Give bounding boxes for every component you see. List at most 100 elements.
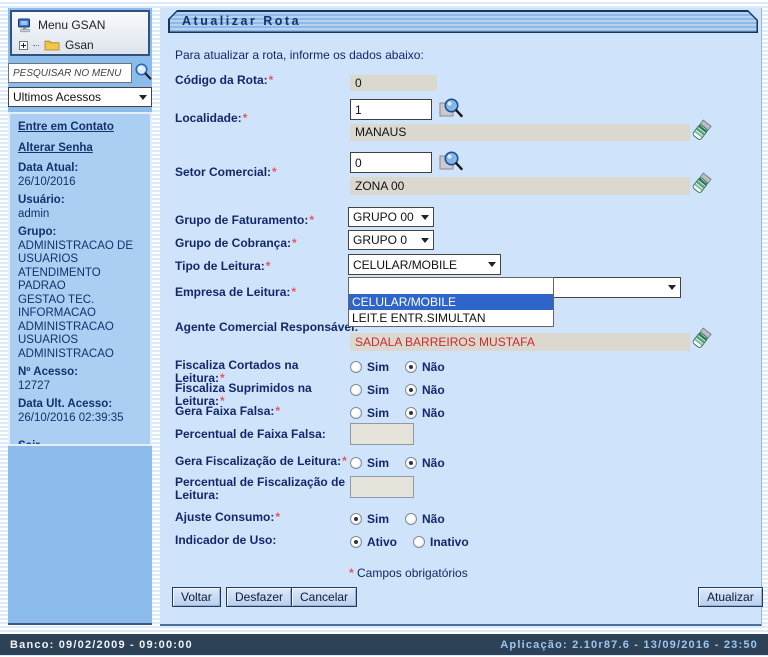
menu-search: [8, 61, 152, 85]
indicador-uso-ativo-radio[interactable]: [350, 536, 362, 548]
user-value: admin: [18, 208, 142, 222]
ajuste-consumo-nao-radio[interactable]: [405, 513, 417, 525]
indicador-uso-label: Indicador de Uso:: [175, 534, 347, 547]
gera-fiscalizacao-label: Gera Fiscalização de Leitura:*: [175, 455, 347, 468]
setor-code-input[interactable]: [350, 152, 432, 173]
tree-item-gsan[interactable]: Gsan: [17, 35, 143, 55]
ajuste-consumo-sim-radio[interactable]: [350, 513, 362, 525]
menu-search-input[interactable]: [8, 63, 132, 83]
agente-clear-button[interactable]: [691, 326, 712, 352]
gera-fiscalizacao-sim-radio[interactable]: [350, 457, 362, 469]
localidade-label: Localidade:*: [175, 112, 347, 125]
fiscaliza-suprimidos-sim-radio[interactable]: [350, 384, 362, 396]
group-label: Grupo:: [18, 226, 142, 240]
gera-faixa-falsa-sim-radio[interactable]: [350, 407, 362, 419]
user-label: Usuário:: [18, 194, 142, 208]
tipo-leitura-dropdown-list: CELULAR/MOBILE LEIT.E ENTR.SIMULTAN: [348, 277, 554, 327]
fiscaliza-cortados-sim-radio[interactable]: [350, 361, 362, 373]
eraser-icon: [691, 171, 712, 197]
desfazer-button[interactable]: Desfazer: [226, 587, 292, 607]
chevron-down-icon: [488, 262, 496, 267]
current-date-label: Data Atual:: [18, 162, 142, 176]
codigo-rota-label: Código da Rota:*: [175, 74, 347, 87]
percentual-faixa-falsa-input[interactable]: [350, 423, 414, 445]
localidade-clear-button[interactable]: [691, 118, 712, 144]
localidade-code-input[interactable]: [350, 99, 432, 120]
setor-name-value: ZONA 00: [350, 177, 690, 195]
gera-faixa-falsa-label: Gera Faixa Falsa:*: [175, 405, 347, 418]
indicador-uso-inativo-radio[interactable]: [413, 536, 425, 548]
app-frame: Menu GSAN Gsan: [0, 0, 768, 657]
gera-fiscalizacao-nao-radio[interactable]: [405, 457, 417, 469]
chevron-down-icon: [421, 215, 429, 220]
group-value: ADMINISTRACAO DE USUARIOS ATENDIMENTO PA…: [18, 240, 142, 362]
cancelar-button[interactable]: Cancelar: [291, 587, 357, 607]
localidade-search-button[interactable]: [437, 96, 464, 122]
last-access-pair: Data Ult. Acesso: 26/10/2016 02:39:35: [18, 398, 142, 425]
percentual-faixa-falsa-label: Percentual de Faixa Falsa:: [175, 428, 347, 441]
menu-gsan-label: Menu GSAN: [38, 18, 105, 32]
chevron-down-icon: [668, 285, 676, 290]
grupo-cobranca-label: Grupo de Cobrança:*: [175, 237, 347, 250]
fiscaliza-cortados-nao-radio[interactable]: [405, 361, 417, 373]
page-title-bar: Atualizar Rota: [168, 10, 758, 33]
doc-search-icon: [437, 96, 464, 122]
dropdown-option-empty[interactable]: [349, 278, 553, 294]
search-icon[interactable]: [133, 61, 153, 83]
dropdown-option-leit-entr[interactable]: LEIT.E ENTR.SIMULTAN: [349, 310, 553, 326]
folder-icon: [44, 39, 60, 51]
user-pair: Usuário: admin: [18, 194, 142, 221]
agente-value: SADALA BARREIROS MUSTAFA: [350, 333, 690, 351]
chevron-down-icon: [421, 238, 429, 243]
atualizar-button[interactable]: Atualizar: [698, 587, 763, 607]
tree-connector: [33, 45, 39, 46]
gera-faixa-falsa-radios: Sim Não: [350, 405, 461, 420]
dropdown-option-celular[interactable]: CELULAR/MOBILE: [349, 294, 553, 310]
main-panel: Atualizar Rota Para atualizar a rota, in…: [160, 8, 762, 626]
menu-gsan-box: Menu GSAN Gsan: [10, 10, 150, 56]
recent-access-select[interactable]: Ultimos Acessos: [8, 87, 152, 107]
logout-link[interactable]: Sair: [18, 440, 40, 446]
last-access-value: 26/10/2016 02:39:35: [18, 412, 142, 426]
form-intro: Para atualizar a rota, informe os dados …: [175, 48, 424, 62]
setor-clear-button[interactable]: [691, 171, 712, 197]
gera-faixa-falsa-nao-radio[interactable]: [405, 407, 417, 419]
footer-bar: Banco: 09/02/2009 - 09:00:00 Aplicação: …: [0, 634, 768, 655]
current-date-value: 26/10/2016: [18, 176, 142, 190]
eraser-icon: [691, 326, 712, 352]
contact-link[interactable]: Entre em Contato: [18, 121, 114, 135]
computer-icon: [17, 18, 33, 33]
codigo-rota-value: 0: [350, 75, 437, 91]
localidade-name-value: MANAUS: [350, 124, 690, 141]
tipo-leitura-select[interactable]: CELULAR/MOBILE: [348, 254, 501, 275]
percentual-fiscalizacao-label: Percentual de Fiscalização de Leitura:: [175, 476, 347, 502]
ajuste-consumo-radios: Sim Não: [350, 511, 461, 526]
change-password-link[interactable]: Alterar Senha: [18, 142, 93, 156]
current-date-pair: Data Atual: 26/10/2016: [18, 162, 142, 189]
setor-search-button[interactable]: [437, 149, 464, 175]
fiscaliza-suprimidos-nao-radio[interactable]: [405, 384, 417, 396]
indicador-uso-radios: Ativo Inativo: [350, 534, 485, 549]
grupo-faturamento-select[interactable]: GRUPO 00: [348, 207, 434, 227]
percentual-fiscalizacao-input[interactable]: [350, 476, 414, 498]
eraser-icon: [691, 118, 712, 144]
tree-item-gsan-label: Gsan: [65, 38, 94, 52]
grupo-cobranca-select[interactable]: GRUPO 0: [348, 230, 434, 250]
ajuste-consumo-label: Ajuste Consumo:*: [175, 511, 347, 524]
access-count-label: Nº Acesso:: [18, 366, 142, 380]
access-count-pair: Nº Acesso: 12727: [18, 366, 142, 393]
voltar-button[interactable]: Voltar: [172, 587, 221, 607]
setor-comercial-label: Setor Comercial:*: [175, 166, 347, 179]
required-fields-note: * Campos obrigatórios: [348, 566, 468, 580]
menu-gsan-header[interactable]: Menu GSAN: [17, 15, 143, 35]
doc-search-icon: [437, 149, 464, 175]
fiscaliza-cortados-radios: Sim Não: [350, 359, 461, 374]
chevron-down-icon: [139, 95, 147, 100]
tipo-leitura-label: Tipo de Leitura:*: [175, 260, 347, 273]
empresa-leitura-label: Empresa de Leitura:*: [175, 286, 347, 299]
group-pair: Grupo: ADMINISTRACAO DE USUARIOS ATENDIM…: [18, 226, 142, 361]
grupo-faturamento-label: Grupo de Faturamento:*: [175, 214, 347, 227]
gera-fiscalizacao-radios: Sim Não: [350, 455, 461, 470]
sidebar: Menu GSAN Gsan: [8, 8, 152, 625]
tree-expand-icon[interactable]: [19, 41, 28, 50]
